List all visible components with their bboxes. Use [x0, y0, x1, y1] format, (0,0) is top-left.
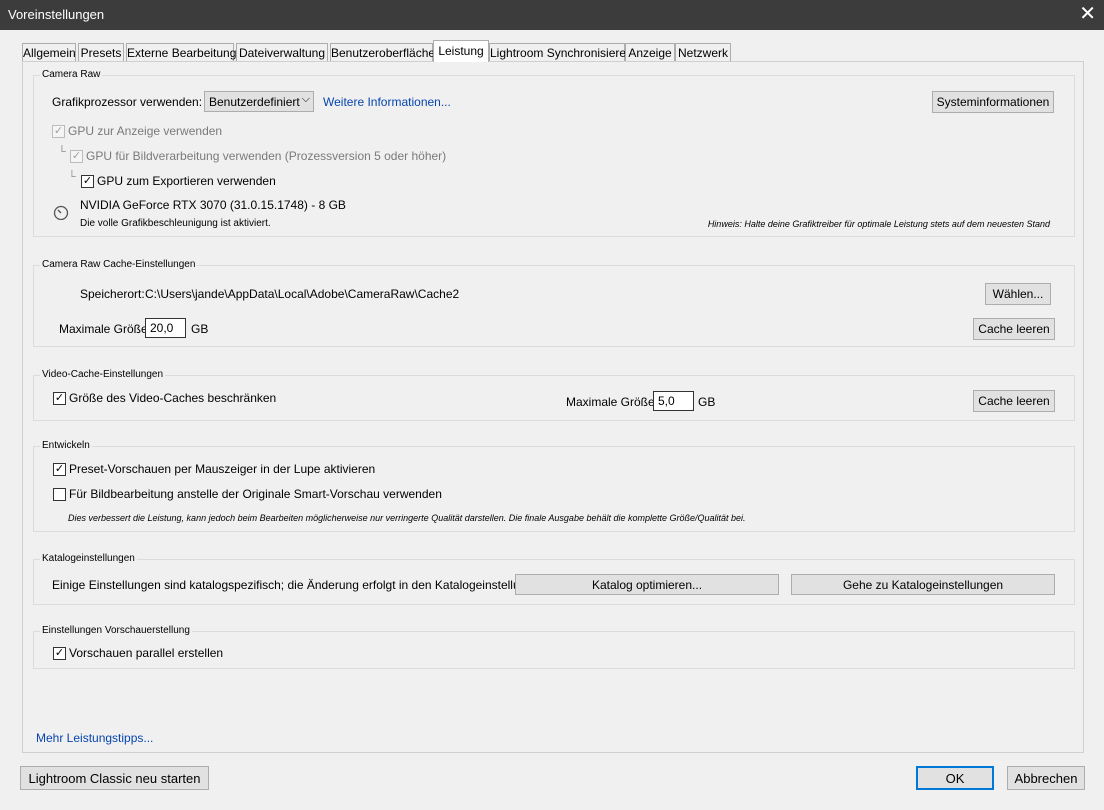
develop-legend: Entwickeln	[40, 440, 92, 451]
chevron-down-icon: ⌵	[301, 93, 310, 105]
preview-generation-group: Einstellungen Vorschauerstellung ✓ Vorsc…	[33, 625, 1075, 669]
preset-preview-label: Preset-Vorschauen per Mauszeiger in der …	[69, 462, 376, 476]
develop-group: Entwickeln ✓ Preset-Vorschauen per Mausz…	[33, 440, 1075, 532]
tab-leistung[interactable]: Leistung	[433, 40, 489, 62]
smart-preview-checkbox[interactable]	[53, 488, 66, 501]
system-info-button[interactable]: Systeminformationen	[932, 91, 1054, 113]
title-bar: Voreinstellungen ✕	[0, 0, 1104, 30]
tab-dateiverwaltung[interactable]: Dateiverwaltung	[236, 43, 328, 62]
catalog-legend: Katalogeinstellungen	[40, 553, 137, 564]
max-size-label: Maximale Größe:	[59, 322, 152, 336]
driver-hint: Hinweis: Halte deine Grafiktreiber für o…	[707, 219, 1050, 229]
choose-location-button[interactable]: Wählen...	[985, 283, 1051, 305]
gpu-select[interactable]: Benutzerdefiniert ⌵	[204, 91, 314, 112]
video-max-size-label: Maximale Größe:	[566, 395, 659, 409]
optimize-catalog-button[interactable]: Katalog optimieren...	[515, 574, 779, 595]
gpu-export-label: GPU zum Exportieren verwenden	[97, 174, 276, 188]
tab-netzwerk[interactable]: Netzwerk	[675, 43, 731, 62]
tab-benutzeroberflaeche[interactable]: Benutzeroberfläche	[330, 43, 435, 62]
preview-legend: Einstellungen Vorschauerstellung	[40, 625, 192, 636]
gpu-name: NVIDIA GeForce RTX 3070 (31.0.15.1748) -…	[80, 198, 346, 212]
catalog-group: Katalogeinstellungen Einige Einstellunge…	[33, 553, 1075, 605]
max-size-unit: GB	[191, 322, 209, 336]
video-cache-limit-checkbox[interactable]: ✓	[53, 392, 66, 405]
restart-lightroom-button[interactable]: Lightroom Classic neu starten	[20, 766, 209, 790]
catalog-text: Einige Einstellungen sind katalogspezifi…	[52, 578, 550, 592]
parallel-preview-checkbox[interactable]: ✓	[53, 647, 66, 660]
window-title: Voreinstellungen	[8, 7, 105, 22]
tab-panel-leistung: Camera Raw Grafikprozessor verwenden: Be…	[22, 61, 1084, 753]
gpu-display-label: GPU zur Anzeige verwenden	[68, 124, 223, 138]
more-info-link[interactable]: Weitere Informationen...	[323, 95, 451, 109]
location-value: C:\Users\jande\AppData\Local\Adobe\Camer…	[145, 287, 460, 301]
gpu-status: Die volle Grafikbeschleunigung ist aktiv…	[80, 218, 271, 229]
tab-presets[interactable]: Presets	[78, 43, 124, 62]
clear-cache-button[interactable]: Cache leeren	[973, 318, 1055, 340]
camera-raw-cache-group: Camera Raw Cache-Einstellungen Speichero…	[33, 259, 1075, 347]
tab-lightroom-synchronisieren[interactable]: Lightroom Synchronisieren	[489, 43, 633, 62]
gauge-icon	[53, 204, 69, 223]
tab-anzeige[interactable]: Anzeige	[625, 43, 675, 62]
video-max-size-unit: GB	[698, 395, 716, 409]
develop-note: Dies verbessert die Leistung, kann jedoc…	[68, 513, 746, 523]
cancel-button[interactable]: Abbrechen	[1007, 766, 1085, 790]
performance-tips-link[interactable]: Mehr Leistungstipps...	[36, 731, 153, 745]
max-size-input[interactable]	[145, 318, 186, 338]
camera-raw-group: Camera Raw Grafikprozessor verwenden: Be…	[33, 69, 1075, 237]
gpu-export-checkbox[interactable]: ✓	[81, 175, 94, 188]
cache-legend: Camera Raw Cache-Einstellungen	[40, 259, 198, 270]
preset-preview-checkbox[interactable]: ✓	[53, 463, 66, 476]
gpu-display-checkbox[interactable]: ✓	[52, 125, 65, 138]
ok-button[interactable]: OK	[916, 766, 994, 790]
video-cache-limit-label: Größe des Video-Caches beschränken	[69, 391, 277, 405]
smart-preview-label: Für Bildbearbeitung anstelle der Origina…	[69, 487, 442, 501]
tab-externe-bearbeitung[interactable]: Externe Bearbeitung	[126, 43, 236, 62]
tree-connector-icon: └	[68, 171, 76, 183]
gpu-image-label: GPU für Bildverarbeitung verwenden (Proz…	[86, 149, 447, 163]
parallel-preview-label: Vorschauen parallel erstellen	[69, 646, 224, 660]
video-clear-cache-button[interactable]: Cache leeren	[973, 390, 1055, 412]
goto-catalog-settings-button[interactable]: Gehe zu Katalogeinstellungen	[791, 574, 1055, 595]
tree-connector-icon: └	[58, 146, 66, 158]
gpu-select-value: Benutzerdefiniert	[209, 95, 300, 109]
gpu-image-checkbox[interactable]: ✓	[70, 150, 83, 163]
video-max-size-input[interactable]	[653, 391, 694, 411]
close-icon[interactable]: ✕	[1079, 3, 1096, 25]
camera-raw-legend: Camera Raw	[40, 69, 103, 80]
gpu-label: Grafikprozessor verwenden:	[52, 95, 203, 109]
location-label: Speicherort:	[80, 287, 145, 301]
video-cache-legend: Video-Cache-Einstellungen	[40, 369, 166, 380]
tab-allgemein[interactable]: Allgemein	[22, 43, 76, 62]
video-cache-group: Video-Cache-Einstellungen ✓ Größe des Vi…	[33, 369, 1075, 421]
